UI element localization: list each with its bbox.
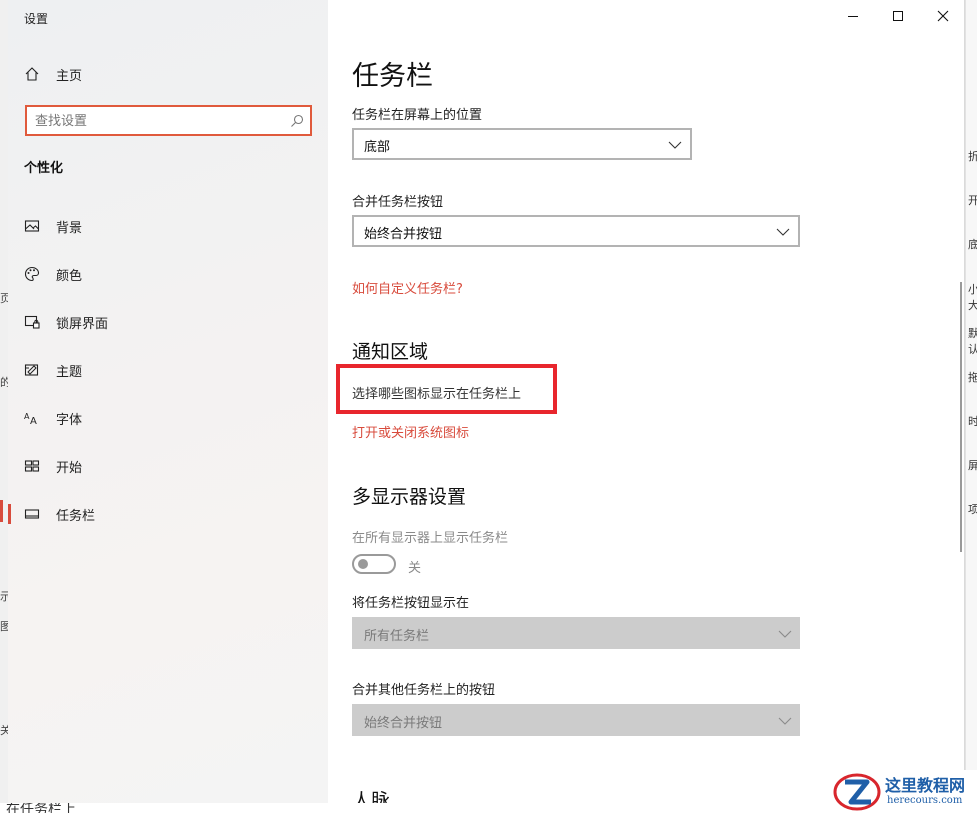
show-on-all-displays-toggle[interactable] bbox=[352, 554, 396, 574]
palette-icon bbox=[24, 266, 40, 282]
toggle-state-label: 关 bbox=[408, 561, 422, 576]
search-box[interactable] bbox=[25, 105, 312, 136]
sidebar-item-label: 字体 bbox=[56, 412, 83, 428]
main-content: 任务栏 任务栏在屏幕上的位置 底部 合并任务栏按钮 始终合并按钮 如何自定义任务… bbox=[336, 0, 952, 803]
dropdown-value: 始终合并按钮 bbox=[364, 716, 443, 731]
taskbar-location-dropdown[interactable]: 底部 bbox=[352, 128, 692, 160]
scrollbar[interactable] bbox=[960, 282, 962, 552]
background-window-right-edge: 折 开 底 小/大 默认 拖 时 屏 项 bbox=[965, 0, 977, 813]
taskbar-location-label: 任务栏在屏幕上的位置 bbox=[352, 108, 483, 123]
combine-buttons-dropdown[interactable]: 始终合并按钮 bbox=[352, 215, 800, 247]
start-icon bbox=[24, 460, 40, 472]
background-fragment: 拖 bbox=[968, 371, 977, 384]
multi-display-title: 多显示器设置 bbox=[352, 486, 467, 508]
background-fragment: 默认 bbox=[968, 327, 977, 356]
sidebar-item-lock-screen[interactable]: 锁屏界面 bbox=[8, 298, 328, 346]
sidebar-item-themes[interactable]: 主题 bbox=[8, 346, 328, 394]
sidebar-nav: 背景 颜色 锁屏界面 主题 A A 字体 开始 任务栏 bbox=[8, 202, 328, 538]
dropdown-value: 底部 bbox=[364, 140, 391, 155]
picture-icon bbox=[24, 220, 40, 232]
sidebar-item-label: 主题 bbox=[56, 364, 83, 380]
system-icons-link[interactable]: 打开或关闭系统图标 bbox=[352, 422, 469, 441]
theme-icon bbox=[24, 364, 39, 376]
font-icon: A A bbox=[24, 412, 37, 426]
sidebar-home[interactable]: 主页 bbox=[24, 62, 82, 86]
background-fragment: 小/大 bbox=[968, 283, 977, 312]
window-title: 设置 bbox=[24, 12, 49, 26]
chevron-down-icon bbox=[778, 717, 792, 725]
settings-window: 设置 主页 个性化 背景 bbox=[8, 0, 965, 803]
background-fragment: 开 bbox=[968, 194, 977, 207]
dropdown-value: 所有任务栏 bbox=[364, 629, 430, 644]
background-fragment: 屏 bbox=[968, 459, 977, 472]
sidebar-item-fonts[interactable]: A A 字体 bbox=[8, 394, 328, 442]
sidebar-section-title: 个性化 bbox=[24, 161, 64, 176]
watermark-title: 这里教程网 bbox=[885, 776, 966, 795]
watermark: 这里教程网 herecours.com bbox=[829, 770, 977, 813]
background-fragment: 时 bbox=[968, 415, 977, 428]
page-title: 任务栏 bbox=[352, 61, 433, 92]
show-buttons-on-dropdown[interactable]: 所有任务栏 bbox=[352, 617, 800, 649]
search-input[interactable] bbox=[35, 112, 285, 130]
sidebar: 设置 主页 个性化 背景 bbox=[8, 0, 328, 803]
background-accent-bar bbox=[0, 500, 3, 522]
sidebar-home-label: 主页 bbox=[56, 68, 83, 84]
background-fragment: 折 bbox=[968, 150, 977, 163]
background-fragment: 项 bbox=[968, 503, 977, 516]
background-window-left-edge: 页 的 示 图 关 bbox=[0, 0, 11, 813]
sidebar-item-label: 任务栏 bbox=[56, 508, 96, 524]
chevron-down-icon bbox=[776, 228, 790, 236]
show-buttons-on-label: 将任务栏按钮显示在 bbox=[352, 596, 470, 611]
people-title: 人脉 bbox=[352, 790, 391, 803]
watermark-url: herecours.com bbox=[887, 795, 963, 806]
notification-area-title: 通知区域 bbox=[352, 341, 429, 363]
background-fragment: 底 bbox=[968, 238, 977, 251]
select-taskbar-icons-link[interactable]: 选择哪些图标显示在任务栏上 bbox=[352, 383, 521, 402]
watermark-logo bbox=[833, 773, 881, 811]
sidebar-item-colors[interactable]: 颜色 bbox=[8, 250, 328, 298]
sidebar-item-background[interactable]: 背景 bbox=[8, 202, 328, 250]
sidebar-item-label: 开始 bbox=[56, 460, 83, 476]
lock-screen-icon bbox=[24, 315, 40, 329]
sidebar-item-label: 背景 bbox=[56, 220, 83, 236]
chevron-down-icon bbox=[668, 141, 682, 149]
sidebar-item-start[interactable]: 开始 bbox=[8, 442, 328, 490]
sidebar-item-taskbar[interactable]: 任务栏 bbox=[8, 490, 328, 538]
search-icon[interactable] bbox=[290, 114, 304, 128]
toggle-knob bbox=[358, 559, 368, 569]
chevron-down-icon bbox=[778, 630, 792, 638]
home-icon bbox=[25, 67, 39, 81]
sidebar-item-label: 锁屏界面 bbox=[56, 316, 109, 332]
svg-text:A: A bbox=[30, 416, 37, 426]
taskbar-icon bbox=[24, 509, 40, 519]
combine-buttons-label: 合并任务栏按钮 bbox=[352, 195, 444, 210]
customize-taskbar-link[interactable]: 如何自定义任务栏? bbox=[352, 278, 463, 297]
show-on-all-displays-label: 在所有显示器上显示任务栏 bbox=[352, 531, 509, 546]
sidebar-item-label: 颜色 bbox=[56, 268, 83, 284]
combine-other-buttons-label: 合并其他任务栏上的按钮 bbox=[352, 683, 496, 698]
combine-other-buttons-dropdown[interactable]: 始终合并按钮 bbox=[352, 704, 800, 736]
dropdown-value: 始终合并按钮 bbox=[364, 227, 443, 242]
